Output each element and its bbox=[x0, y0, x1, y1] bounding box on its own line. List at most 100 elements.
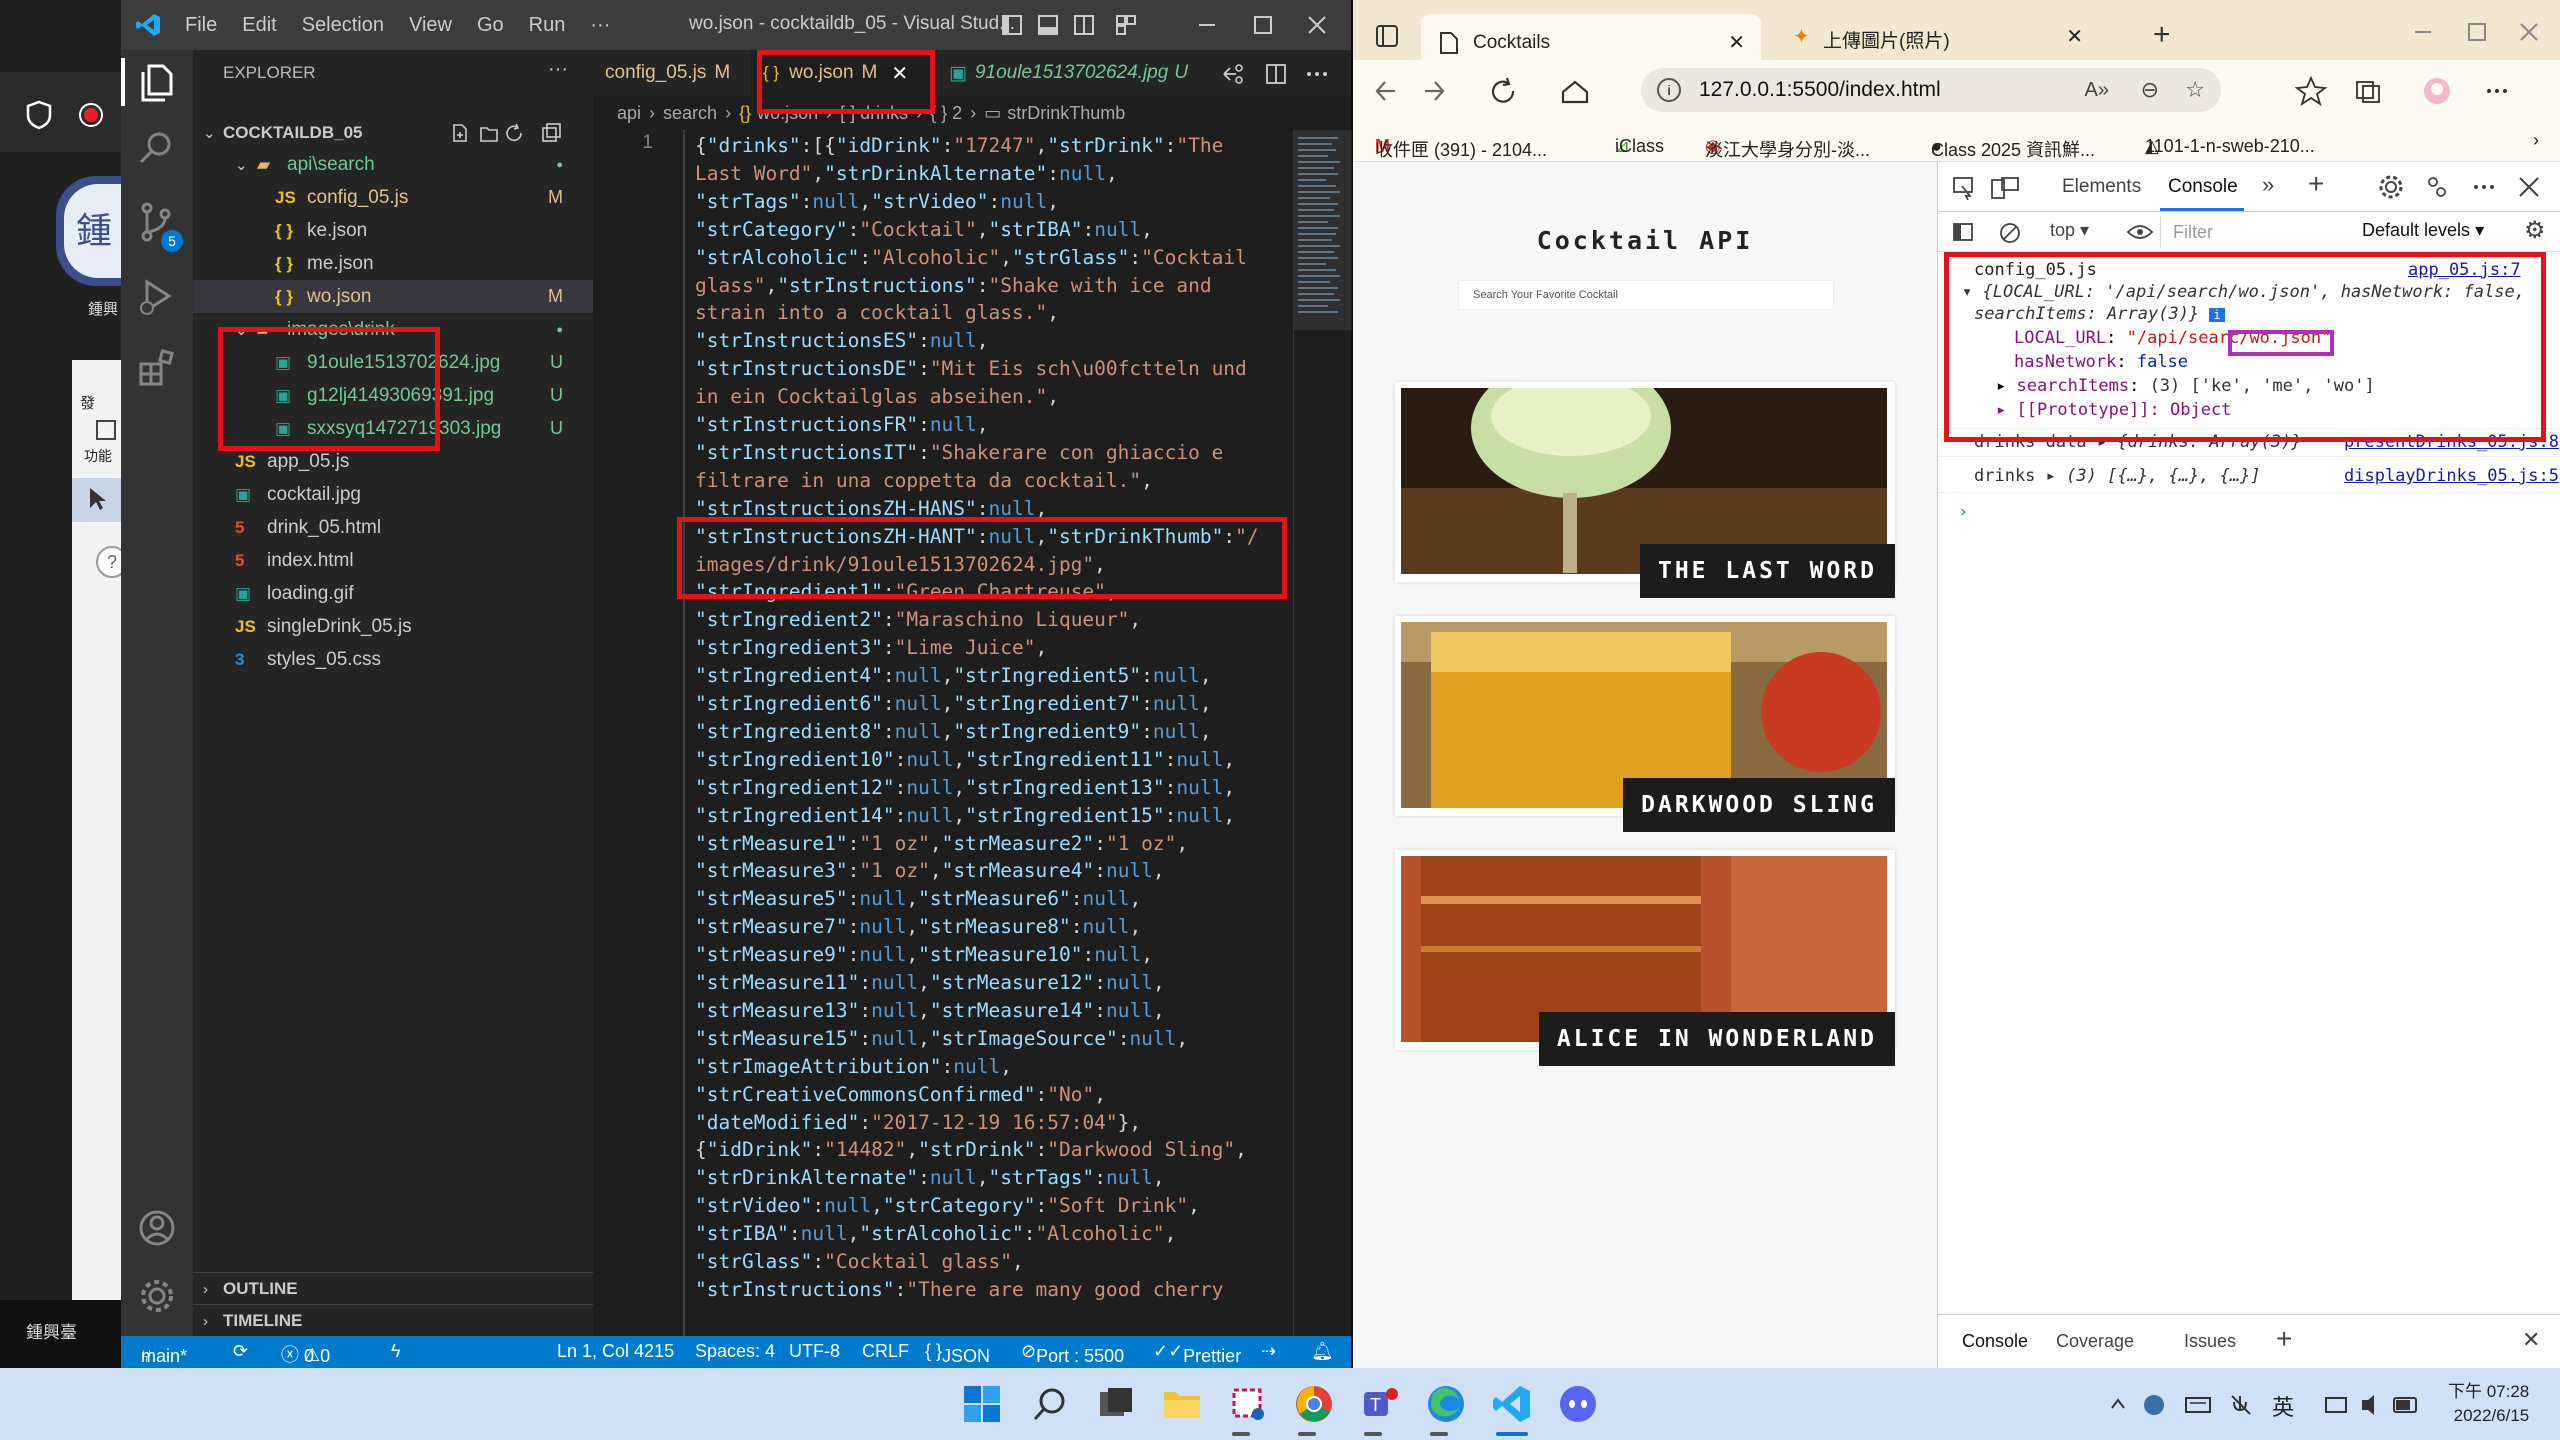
editor-actions-icons[interactable] bbox=[1221, 62, 1341, 86]
eol[interactable]: CRLF bbox=[862, 1341, 909, 1362]
breadcrumb-api[interactable]: api bbox=[617, 103, 641, 124]
cocktail-search-input[interactable]: Search Your Favorite Cocktail bbox=[1458, 280, 1834, 310]
snipping-tool-icon[interactable] bbox=[1228, 1384, 1268, 1424]
cursor-tool[interactable] bbox=[72, 478, 121, 522]
console-settings-gear-icon[interactable]: ⚙ bbox=[2524, 216, 2546, 245]
discord-icon[interactable] bbox=[1558, 1384, 1598, 1424]
language-mode[interactable]: { } JSON bbox=[925, 1341, 990, 1366]
indent-setting[interactable]: Spaces: 4 bbox=[695, 1341, 775, 1362]
explorer-root[interactable]: ⌄ COCKTAILDB_05 bbox=[193, 116, 593, 149]
devtools-settings-icons[interactable] bbox=[2378, 174, 2558, 200]
menu-more[interactable]: ··· bbox=[590, 14, 610, 37]
tree-item[interactable]: 5 drink_05.html bbox=[193, 511, 593, 544]
tree-item[interactable]: ▣ loading.gif bbox=[193, 577, 593, 610]
record-icon[interactable] bbox=[78, 102, 104, 128]
new-tab-icon[interactable]: + bbox=[2153, 18, 2171, 52]
breadcrumb-index[interactable]: { } 2 bbox=[930, 103, 962, 124]
bookmarks-more-icon[interactable]: › bbox=[2533, 130, 2539, 151]
edge-icon[interactable] bbox=[1426, 1384, 1466, 1424]
console-sidebar-clear-icons[interactable] bbox=[1952, 222, 2048, 244]
search-icon[interactable] bbox=[1030, 1384, 1070, 1424]
add-tab-icon[interactable]: + bbox=[2308, 168, 2324, 200]
breadcrumb-search[interactable]: search bbox=[663, 103, 717, 124]
extensions-icon[interactable] bbox=[135, 346, 179, 390]
prettier-status[interactable]: ✓✓ Prettier bbox=[1153, 1341, 1241, 1366]
input-language[interactable]: 英 bbox=[2272, 1390, 2294, 1422]
minimap[interactable] bbox=[1293, 130, 1352, 1336]
files-icon[interactable] bbox=[135, 60, 179, 104]
tree-item[interactable]: { } ke.json bbox=[193, 214, 593, 247]
browser-window-controls[interactable] bbox=[2413, 20, 2543, 44]
tab-close-icon[interactable]: ✕ bbox=[891, 61, 908, 86]
tab-close-icon[interactable]: ✕ bbox=[2066, 24, 2083, 49]
drink-card-last-word[interactable]: THE LAST WORD bbox=[1395, 382, 1895, 598]
drawer-tab-coverage[interactable]: Coverage bbox=[2056, 1331, 2134, 1352]
tree-item[interactable]: ⌄ ▰ images\drink ● bbox=[193, 313, 593, 346]
run-debug-icon[interactable] bbox=[135, 274, 179, 318]
window-buttons-icon[interactable] bbox=[1191, 10, 1341, 40]
timeline-section[interactable]: › TIMELINE bbox=[193, 1304, 593, 1337]
tree-item[interactable]: JS app_05.js bbox=[193, 445, 593, 478]
search-icon[interactable] bbox=[135, 126, 179, 170]
account-icon[interactable] bbox=[135, 1206, 179, 1250]
tree-item[interactable]: { } wo.json M bbox=[193, 280, 593, 313]
sync-icon[interactable]: ⟳ bbox=[233, 1341, 248, 1362]
tree-item[interactable]: 5 index.html bbox=[193, 544, 593, 577]
tab-wo-json[interactable]: { } wo.json M ✕ bbox=[751, 50, 937, 96]
menu-file[interactable]: File bbox=[185, 14, 217, 37]
read-aloud-icon[interactable]: A» bbox=[2085, 79, 2109, 102]
explorer-actions-icons[interactable] bbox=[451, 122, 571, 144]
task-view-icon[interactable] bbox=[1096, 1384, 1136, 1424]
settings-gear-icon[interactable] bbox=[135, 1274, 179, 1318]
log-value[interactable]: (3) [{…}, {…}, {…}] bbox=[2066, 466, 2260, 486]
bolt-icon[interactable]: ϟ bbox=[391, 1341, 401, 1362]
more-tabs-icon[interactable]: » bbox=[2262, 172, 2274, 198]
prop-search-items[interactable]: ▸ searchItems: (3) ['ke', 'me', 'wo'] bbox=[1996, 376, 2375, 396]
live-expression-eye-icon[interactable] bbox=[2126, 222, 2154, 242]
breadcrumb-drinks[interactable]: [ ] drinks bbox=[840, 103, 908, 124]
vscode-taskbar-icon[interactable] bbox=[1492, 1384, 1532, 1424]
breadcrumb-file[interactable]: wo.json bbox=[757, 103, 818, 124]
url-field[interactable]: i 127.0.0.1:5500/index.html A» ⊖ ☆ bbox=[1641, 68, 2221, 112]
tree-item[interactable]: JS config_05.js M bbox=[193, 181, 593, 214]
tree-item[interactable]: ⌄ ▰ api\search ● bbox=[193, 148, 593, 181]
devtools-tab-console[interactable]: Console bbox=[2168, 176, 2238, 198]
tab-config[interactable]: config_05.js M bbox=[593, 50, 751, 96]
chrome-icon[interactable] bbox=[1294, 1384, 1334, 1424]
tree-item[interactable]: ▣ sxxsyq1472719303.jpg U bbox=[193, 412, 593, 445]
menu-selection[interactable]: Selection bbox=[302, 14, 384, 37]
drink-card-darkwood-sling[interactable]: DARKWOOD SLING bbox=[1395, 616, 1895, 832]
live-server-port[interactable]: ⊘ Port : 5500 bbox=[1021, 1341, 1124, 1366]
start-icon[interactable] bbox=[962, 1384, 1002, 1424]
tab-image[interactable]: ▣ 91oule1513702624.jpg U bbox=[937, 50, 1217, 96]
feedback-icon[interactable]: ⇢ bbox=[1261, 1341, 1276, 1362]
tree-item[interactable]: 3 styles_05.css bbox=[193, 643, 593, 676]
tree-item[interactable]: { } me.json bbox=[193, 247, 593, 280]
drawer-close-icon[interactable]: ✕ bbox=[2522, 1327, 2540, 1353]
favorite-icon[interactable]: ☆ bbox=[2185, 77, 2205, 103]
tab-close-icon[interactable]: ✕ bbox=[1728, 30, 1745, 55]
log-value[interactable]: {drinks: Array(3)} bbox=[2117, 432, 2301, 452]
console-prompt[interactable]: › bbox=[1958, 502, 1968, 522]
devtools-tab-elements[interactable]: Elements bbox=[2062, 176, 2141, 198]
log-object-summary[interactable]: ▾ {LOCAL_URL: '/api/search/wo.json', has… bbox=[1962, 282, 2525, 302]
nav-buttons[interactable] bbox=[1373, 74, 1613, 108]
log-source-link[interactable]: presentDrinks_05.js:8 bbox=[2344, 432, 2559, 452]
notifications-icon[interactable]: 🔔︎ bbox=[1311, 1341, 1334, 1362]
menu-edit[interactable]: Edit bbox=[242, 14, 276, 37]
menu-view[interactable]: View bbox=[409, 14, 452, 37]
file-explorer-icon[interactable] bbox=[1162, 1384, 1202, 1424]
drink-card-alice[interactable]: ALICE IN WONDERLAND bbox=[1395, 850, 1895, 1066]
log-source-link[interactable]: app_05.js:7 bbox=[2408, 260, 2521, 280]
log-levels-dropdown[interactable]: Default levels ▾ bbox=[2362, 220, 2484, 241]
tree-item[interactable]: ▣ 91oule1513702624.jpg U bbox=[193, 346, 593, 379]
zoom-icon[interactable]: ⊖ bbox=[2141, 77, 2159, 103]
prop-prototype[interactable]: ▸ [[Prototype]]: Object bbox=[1996, 400, 2231, 420]
encoding[interactable]: UTF-8 bbox=[789, 1341, 840, 1362]
clock[interactable]: 下午 07:28 2022/6/15 bbox=[2448, 1380, 2529, 1428]
teams-icon[interactable]: T bbox=[1360, 1384, 1400, 1424]
layout-toggle-icons[interactable] bbox=[1001, 10, 1151, 40]
tree-item[interactable]: ▣ cocktail.jpg bbox=[193, 478, 593, 511]
window-icon[interactable] bbox=[96, 420, 116, 440]
cursor-position[interactable]: Ln 1, Col 4215 bbox=[557, 1341, 674, 1362]
